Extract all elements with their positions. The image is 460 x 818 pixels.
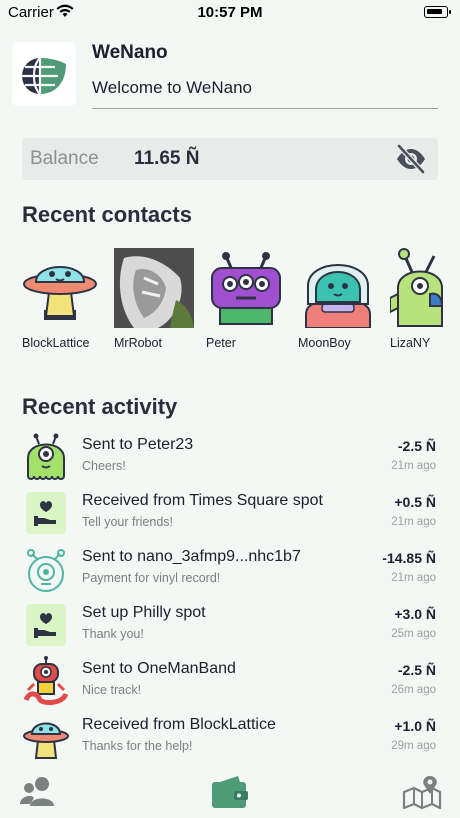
activity-row[interactable]: Sent to OneManBand Nice track! -2.5 Ñ 26…: [0, 654, 460, 710]
activity-memo: Cheers!: [82, 459, 126, 473]
activity-row[interactable]: Received from BlockLattice Thanks for th…: [0, 710, 460, 766]
status-bar: Carrier 10:57 PM: [0, 0, 460, 26]
activity-memo: Thanks for the help!: [82, 739, 193, 753]
activity-row[interactable]: Received from Times Square spot Tell you…: [0, 486, 460, 542]
activity-amount: -2.5 Ñ: [397, 662, 436, 678]
green-alien-avatar: [390, 248, 444, 327]
recent-activity-title: Recent activity: [22, 394, 178, 419]
activity-amount: -2.5 Ñ: [397, 438, 436, 454]
red-robot-alien-icon: [23, 656, 69, 705]
contact-name: MrRobot: [114, 336, 162, 350]
balance-value: 11.65 Ñ: [134, 148, 200, 169]
activity-title: Sent to nano_3afmp9...nhc1b7: [82, 548, 301, 565]
activity-time: 26m ago: [391, 684, 436, 696]
battery-icon: [424, 6, 451, 18]
activity-time: 29m ago: [391, 740, 436, 752]
eye-slash-icon[interactable]: [394, 143, 428, 175]
contacts-carousel[interactable]: BlockLattice MrRobot Peter MoonBoy LizaN…: [0, 248, 460, 358]
contact-name: LizaNY: [390, 336, 431, 350]
ufo-mushroom-icon: [23, 722, 69, 759]
contact-name: MoonBoy: [298, 336, 351, 350]
spot-heart-icon: [26, 492, 66, 534]
photo-avatar: [114, 248, 194, 328]
activity-title: Set up Philly spot: [82, 604, 206, 621]
activity-time: 21m ago: [391, 460, 436, 472]
activity-title: Sent to OneManBand: [82, 660, 236, 677]
leaf-globe-icon: [22, 57, 66, 95]
spot-heart-icon: [26, 604, 66, 646]
activity-row[interactable]: Set up Philly spot Thank you! +3.0 Ñ 25m…: [0, 598, 460, 654]
activity-memo: Nice track!: [82, 683, 142, 697]
activity-title: Received from BlockLattice: [82, 716, 276, 733]
activity-amount: +0.5 Ñ: [394, 494, 436, 510]
clock: 10:57 PM: [197, 4, 263, 21]
app-logo: [12, 42, 76, 106]
contact-name: BlockLattice: [22, 336, 90, 350]
outline-alien-icon: [27, 549, 65, 592]
green-one-eyed-alien-icon: [27, 433, 65, 480]
ufo-mushroom-avatar: [23, 266, 97, 320]
map-icon[interactable]: [402, 774, 442, 810]
app-title: WeNano: [92, 42, 168, 63]
recent-contacts-title: Recent contacts: [22, 202, 192, 227]
activity-amount: -14.85 Ñ: [382, 550, 436, 566]
activity-row[interactable]: Sent to Peter23 Cheers! -2.5 Ñ 21m ago: [0, 430, 460, 486]
activity-row[interactable]: Sent to nano_3afmp9...nhc1b7 Payment for…: [0, 542, 460, 598]
tab-bar: [0, 770, 460, 818]
balance-card: Balance 11.65 Ñ: [22, 138, 438, 180]
header-divider: [92, 108, 438, 109]
wallet-icon[interactable]: [210, 774, 250, 810]
activity-amount: +3.0 Ñ: [394, 606, 436, 622]
activity-title: Sent to Peter23: [82, 436, 194, 453]
activity-time: 21m ago: [391, 572, 436, 584]
header: WeNano Welcome to WeNano: [12, 42, 438, 110]
astronaut-alien-avatar: [305, 264, 371, 328]
activity-amount: +1.0 Ñ: [394, 718, 436, 734]
activity-memo: Payment for vinyl record!: [82, 571, 221, 585]
balance-label: Balance: [30, 148, 99, 169]
activity-title: Received from Times Square spot: [82, 492, 323, 509]
activity-memo: Tell your friends!: [82, 515, 174, 529]
contact-name: Peter: [206, 336, 236, 350]
activity-memo: Thank you!: [82, 627, 144, 641]
contacts-icon[interactable]: [18, 774, 58, 810]
activity-time: 21m ago: [391, 516, 436, 528]
activity-time: 25m ago: [391, 628, 436, 640]
purple-alien-avatar: [211, 252, 281, 325]
welcome-text: Welcome to WeNano: [92, 78, 252, 97]
